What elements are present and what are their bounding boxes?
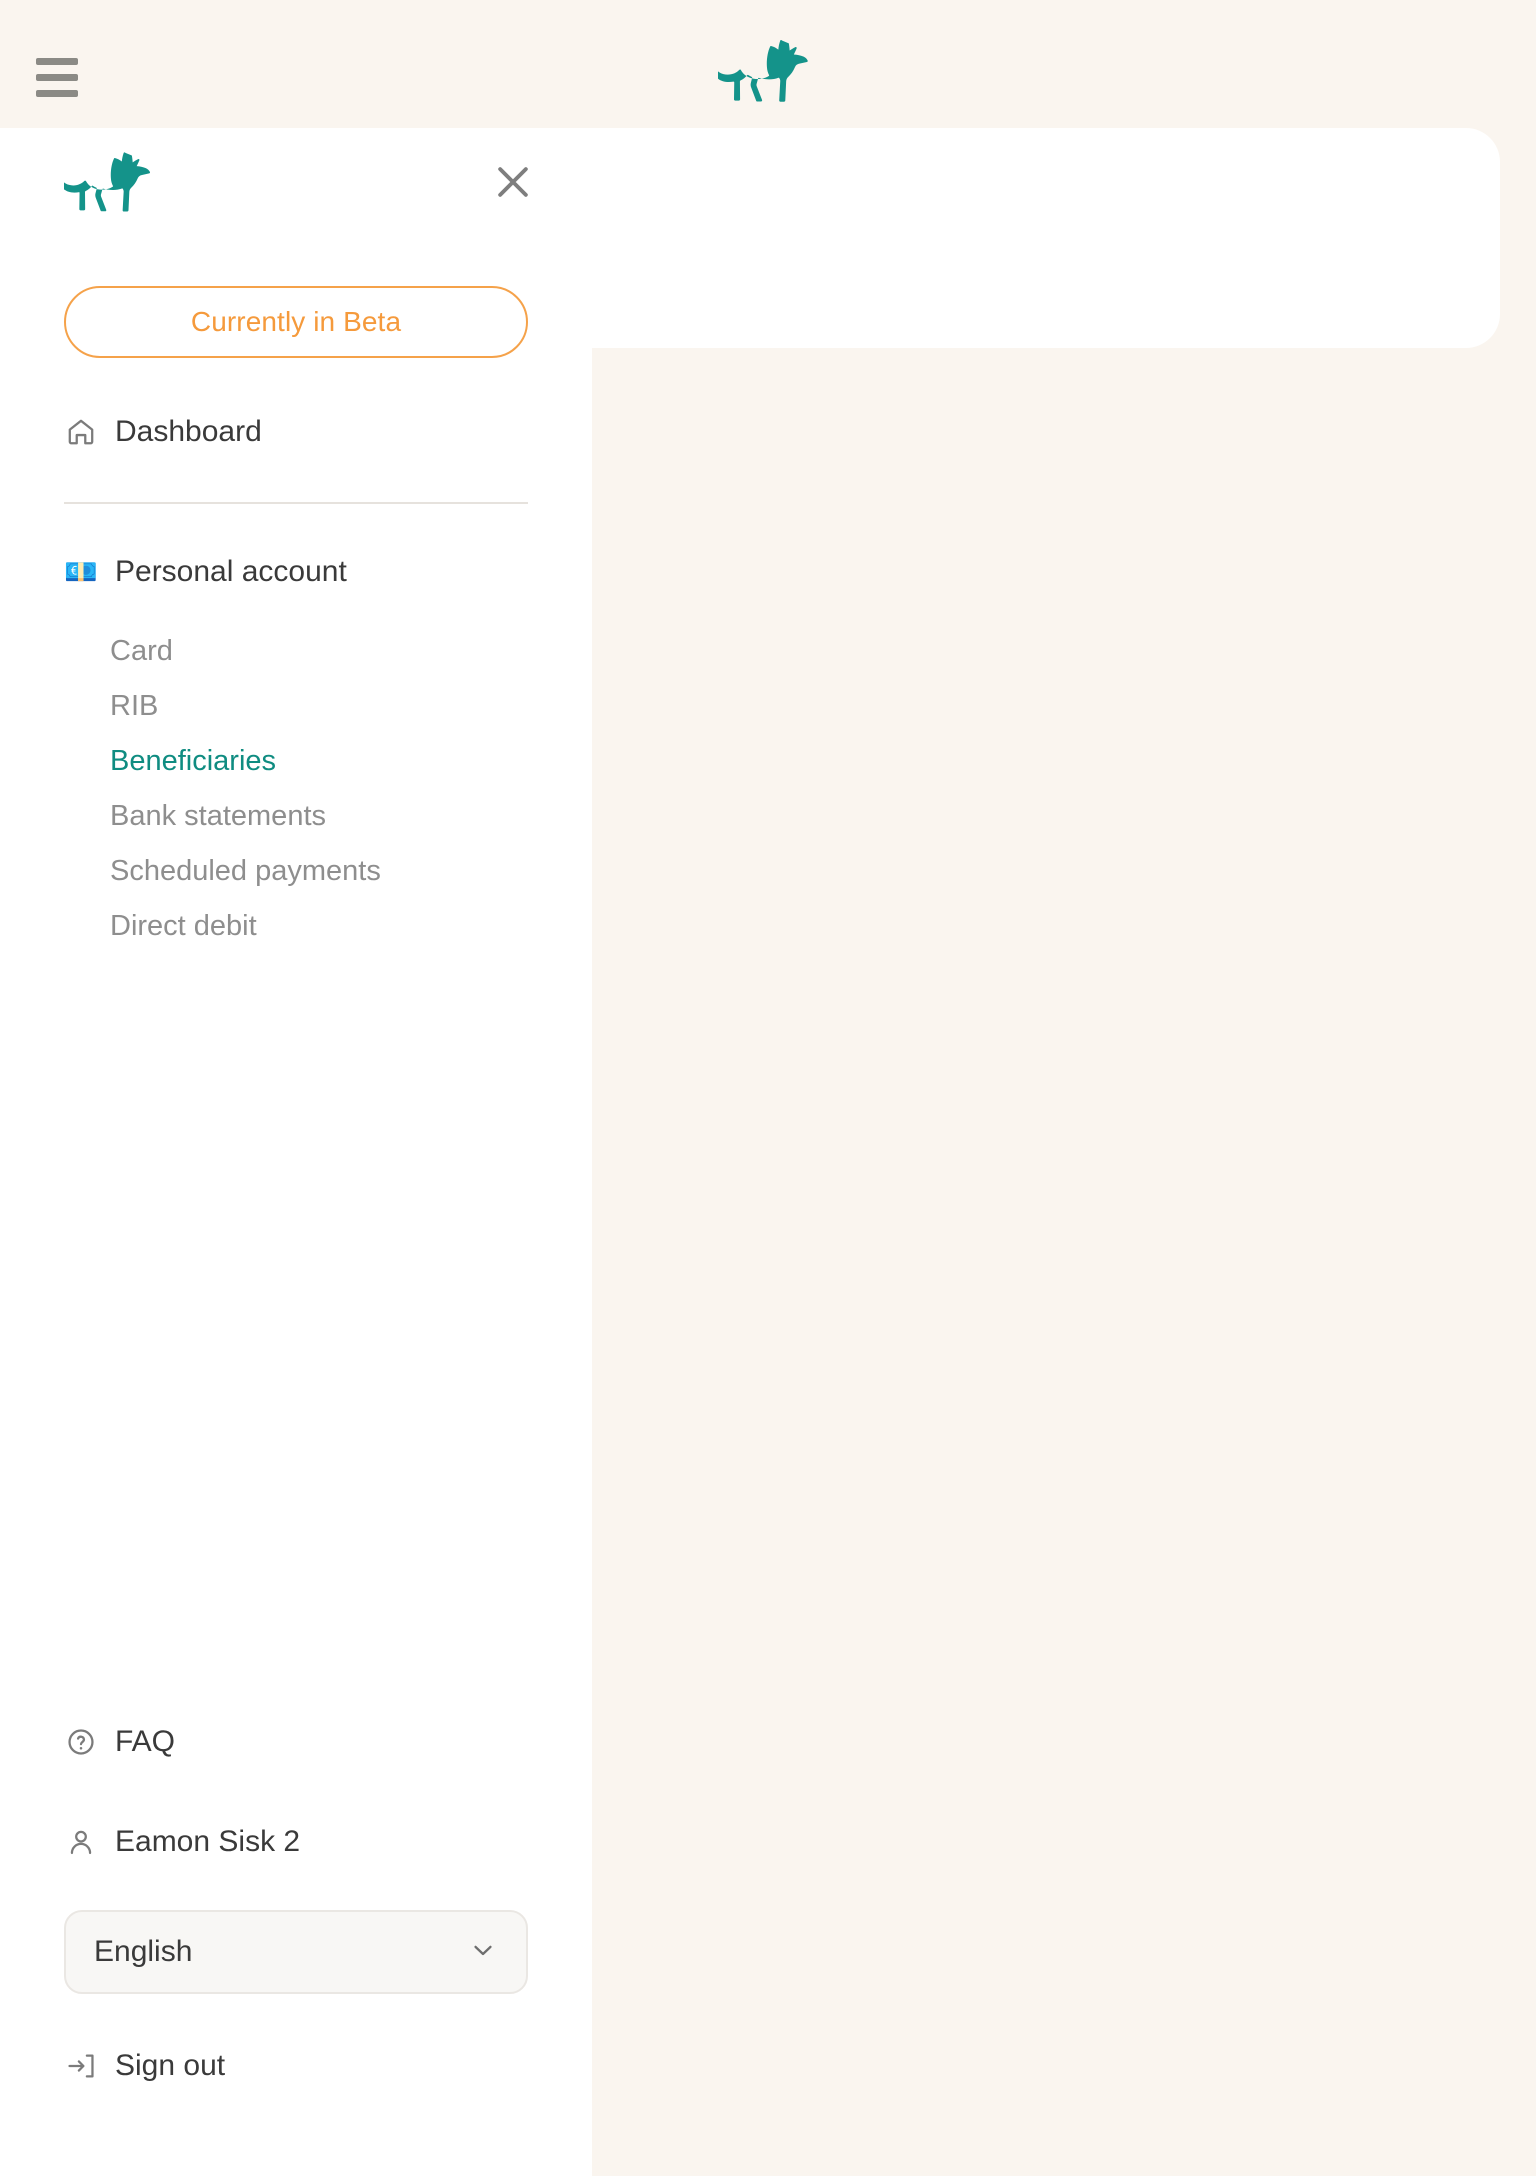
sidebar-item-label: Sign out (115, 2049, 226, 2082)
navigation-drawer: Currently in Beta Dashboard 💶 Personal a… (0, 128, 592, 2176)
sidebar-item-personal-account[interactable]: 💶 Personal account (64, 546, 528, 598)
sidebar-item-label: Personal account (115, 555, 347, 588)
chevron-down-icon (468, 1935, 498, 1970)
language-select-value: English (94, 1935, 193, 1968)
euro-banknote-emoji-icon: 💶 (64, 555, 98, 589)
sidebar-item-beneficiaries[interactable]: Beneficiaries (110, 734, 528, 789)
sidebar-item-direct-debit[interactable]: Direct debit (110, 899, 528, 954)
personal-account-submenu: Card RIB Beneficiaries Bank statements S… (64, 624, 528, 954)
sidebar-item-label: Eamon Sisk 2 (115, 1825, 301, 1858)
brand-dog-logo (714, 38, 814, 104)
sidebar-item-scheduled-payments[interactable]: Scheduled payments (110, 844, 528, 899)
person-icon (64, 1825, 98, 1859)
home-icon (64, 415, 98, 449)
sidebar-item-bank-statements[interactable]: Bank statements (110, 789, 528, 844)
sidebar-item-faq[interactable]: FAQ (64, 1716, 528, 1768)
sidebar-item-dashboard[interactable]: Dashboard (64, 406, 528, 458)
sidebar-item-card[interactable]: Card (110, 624, 528, 679)
sidebar-item-sign-out[interactable]: Sign out (64, 2040, 528, 2092)
sign-out-icon (64, 2049, 98, 2083)
sidebar-item-rib[interactable]: RIB (110, 679, 528, 734)
sidebar-item-label: Dashboard (115, 415, 262, 448)
language-select[interactable]: English (64, 1910, 528, 1994)
euro-banknote-glyph: 💶 (64, 556, 98, 587)
hamburger-bar (36, 90, 78, 97)
hamburger-bar (36, 58, 78, 65)
brand-dog-logo (60, 150, 156, 214)
sidebar-item-label: FAQ (115, 1725, 176, 1758)
drawer-footer: FAQ Eamon Sisk 2 English Sign out (64, 1716, 528, 2176)
drawer-body: Currently in Beta Dashboard 💶 Personal a… (0, 246, 592, 2176)
sidebar-item-user-profile[interactable]: Eamon Sisk 2 (64, 1816, 528, 1868)
drawer-header (0, 128, 592, 246)
top-app-bar (0, 0, 1536, 128)
question-circle-icon (64, 1725, 98, 1759)
drawer-spacer (64, 954, 528, 1716)
close-x-icon[interactable] (491, 160, 535, 204)
hamburger-bar (36, 74, 78, 81)
hamburger-menu-icon[interactable] (34, 54, 80, 97)
sidebar-divider (64, 502, 528, 504)
beta-badge-button[interactable]: Currently in Beta (64, 286, 528, 358)
